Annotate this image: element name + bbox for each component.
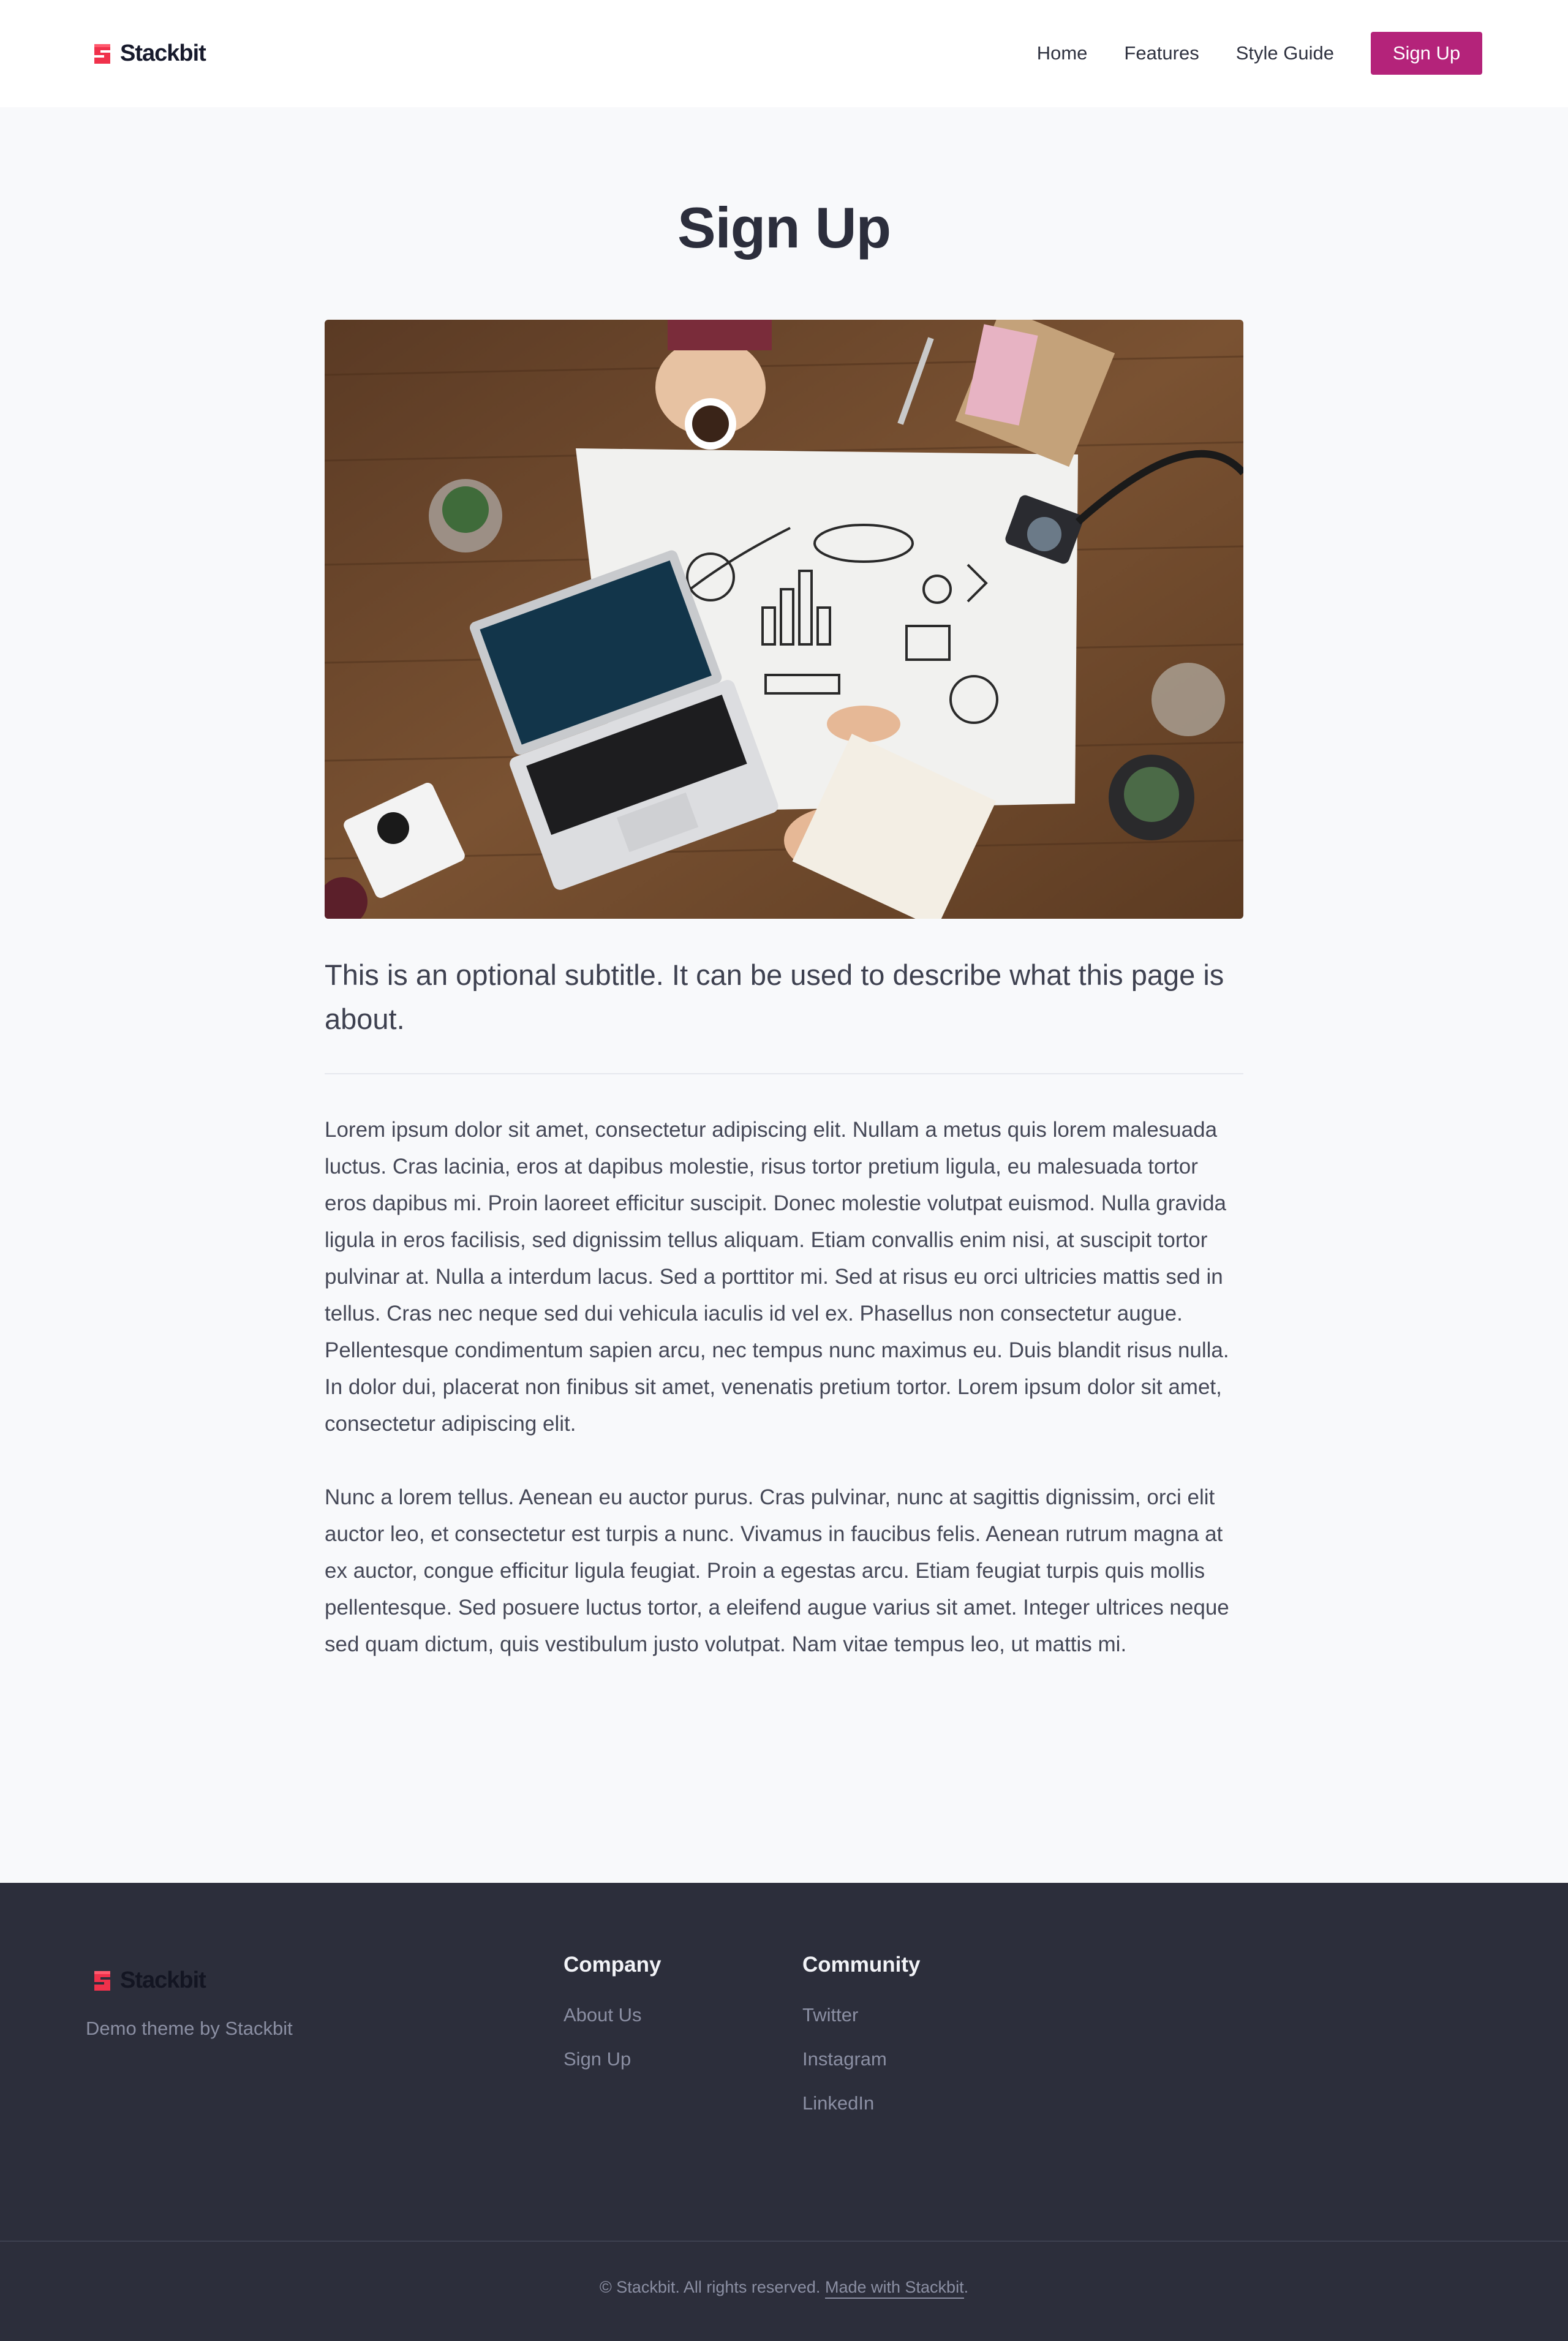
footer-column-company: Company About Us Sign Up [564, 1953, 661, 2092]
footer-link-instagram[interactable]: Instagram [802, 2048, 921, 2092]
body-paragraph-2: Nunc a lorem tellus. Aenean eu auctor pu… [325, 1485, 1229, 1656]
nav-link-features[interactable]: Features [1124, 42, 1199, 64]
footer-logo-link[interactable]: Stackbit [92, 1967, 206, 1994]
content-divider [325, 1073, 1243, 1074]
stackbit-logo-icon [94, 1970, 110, 1991]
footer-logo-text: Stackbit [120, 1967, 206, 1993]
footer-link-about-us[interactable]: About Us [564, 2004, 661, 2048]
site-footer: Stackbit Demo theme by Stackbit Company … [0, 1883, 1568, 2341]
footer-column-community: Community Twitter Instagram LinkedIn [802, 1953, 921, 2136]
desk-workspace-illustration [325, 320, 1243, 919]
body-paragraph-1: Lorem ipsum dolor sit amet, consectetur … [325, 1118, 1229, 1436]
made-with-stackbit-link[interactable]: Made with Stackbit [824, 2278, 964, 2299]
footer-heading-community: Community [802, 1953, 921, 1977]
nav-link-home[interactable]: Home [1037, 42, 1088, 64]
page-subtitle: This is an optional subtitle. It can be … [325, 959, 1224, 1035]
nav-link-style-guide[interactable]: Style Guide [1236, 42, 1334, 64]
copyright-text: © Stackbit. All rights reserved. [599, 2278, 821, 2296]
footer-link-twitter[interactable]: Twitter [802, 2004, 921, 2048]
stackbit-logo-icon [94, 43, 110, 64]
main-nav: Home Features Style Guide Sign Up [1037, 32, 1482, 75]
header-logo-link[interactable]: Stackbit [92, 40, 206, 67]
footer-heading-company: Company [564, 1953, 662, 1977]
copyright-period: . [963, 2278, 969, 2296]
page-title: Sign Up [677, 195, 891, 260]
footer-tagline: Demo theme by Stackbit [86, 2018, 293, 2039]
site-header: Stackbit Home Features Style Guide Sign … [0, 0, 1568, 107]
footer-divider [0, 2241, 1568, 2242]
hero-image [325, 320, 1243, 919]
header-logo-text: Stackbit [120, 40, 206, 66]
footer-link-linkedin[interactable]: LinkedIn [802, 2092, 921, 2136]
copyright-notice: © Stackbit. All rights reserved. Made wi… [0, 2278, 1568, 2299]
footer-link-sign-up[interactable]: Sign Up [564, 2048, 661, 2092]
sign-up-button[interactable]: Sign Up [1371, 32, 1482, 75]
